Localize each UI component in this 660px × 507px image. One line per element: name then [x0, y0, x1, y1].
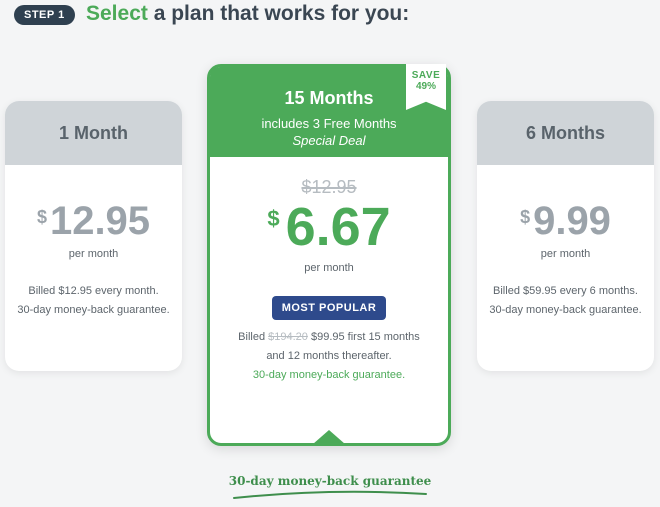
- old-price: $12.95: [301, 177, 357, 197]
- billing-info: Billed $12.95 every month. 30-day money-…: [5, 282, 182, 320]
- plan-card-1-month[interactable]: 1 Month $ 12.95 per month Billed $12.95 …: [5, 101, 182, 371]
- billing-prefix: Billed: [238, 331, 269, 343]
- title-accent: Select: [86, 2, 148, 25]
- title-rest: a plan that works for you:: [147, 2, 410, 25]
- special-deal-label: Special Deal: [292, 133, 366, 148]
- billing-rest: $99.95 first 15 months: [307, 331, 420, 343]
- per-month-label: per month: [68, 248, 119, 260]
- save-percent: 49%: [415, 81, 436, 92]
- plan-card-15-months[interactable]: 15 Months includes 3 Free Months Special…: [207, 64, 451, 446]
- step-badge: STEP 1: [14, 5, 75, 25]
- currency-symbol: $: [520, 207, 531, 227]
- guarantee-line: 30-day money-back guarantee.: [252, 369, 406, 381]
- billing-line: Billed $59.95 every 6 months.: [493, 285, 638, 297]
- plan-title: 1 Month: [5, 101, 182, 165]
- plan-selection-page: STEP 1 Select a plan that works for you:…: [0, 0, 660, 507]
- billing-line-2: and 12 months thereafter.: [266, 350, 392, 362]
- billing-strike-price: $194.20: [268, 331, 308, 343]
- plan-card-6-months[interactable]: 6 Months $ 9.99 per month Billed $59.95 …: [477, 101, 654, 371]
- price-amount: 9.99: [533, 199, 611, 243]
- guarantee-line: 30-day money-back guarantee.: [17, 304, 170, 316]
- billing-info: Billed $59.95 every 6 months. 30-day mon…: [477, 282, 654, 320]
- plan-price: $ 6.67: [210, 200, 448, 254]
- price-amount: 6.67: [285, 197, 391, 257]
- currency-symbol: $: [36, 207, 47, 227]
- save-label: SAVE: [411, 70, 441, 81]
- currency-symbol: $: [267, 206, 280, 231]
- billing-info: Billed $194.20 $99.95 first 15 months an…: [210, 328, 448, 366]
- plan-title: 6 Months: [477, 101, 654, 165]
- plan-subtitle: includes 3 Free Months: [261, 116, 397, 131]
- guarantee-line: 30-day money-back guarantee.: [489, 304, 642, 316]
- money-back-guarantee: 30-day money-back guarantee: [228, 474, 432, 488]
- plan-price: $ 9.99: [477, 201, 654, 241]
- per-month-label: per month: [540, 248, 591, 260]
- selected-notch-icon: [313, 430, 345, 444]
- per-month-label: per month: [304, 262, 354, 274]
- billing-line: Billed $194.20 $99.95 first 15 months: [210, 328, 448, 347]
- billing-line: Billed $12.95 every month.: [28, 285, 159, 297]
- plan-price: $ 12.95: [5, 201, 182, 241]
- underline-swoosh-icon: [233, 490, 427, 499]
- page-title: Select a plan that works for you:: [86, 2, 409, 26]
- most-popular-badge: MOST POPULAR: [271, 296, 387, 320]
- price-amount: 12.95: [49, 199, 151, 243]
